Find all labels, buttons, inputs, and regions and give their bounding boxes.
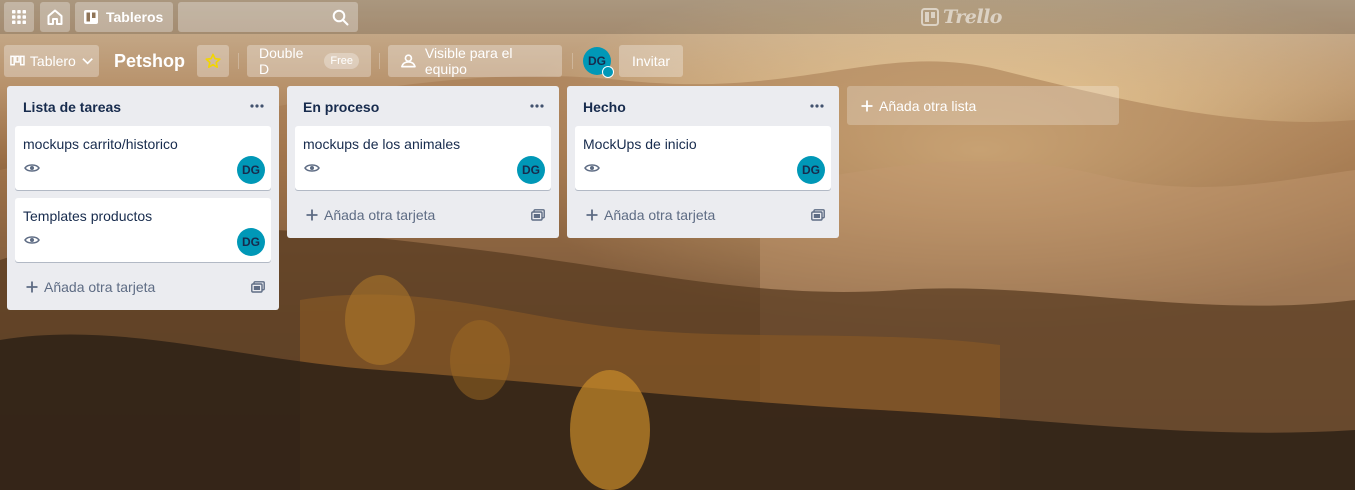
board-header: Tablero Petshop Double D Free Visible pa…	[0, 44, 1355, 78]
board-title[interactable]: Petshop	[106, 45, 193, 77]
ellipsis-icon	[810, 104, 824, 108]
add-card-button[interactable]: Añada otra tarjeta	[306, 207, 435, 223]
card[interactable]: Templates productos DG	[15, 198, 271, 262]
list-title[interactable]: Hecho	[583, 99, 626, 115]
search-icon[interactable]	[332, 9, 349, 26]
member-initials: DG	[588, 54, 606, 68]
board-view-label: Tablero	[29, 53, 76, 69]
plus-icon	[26, 281, 38, 293]
list-header: Lista de tareas	[7, 86, 279, 126]
card-member-avatar[interactable]: DG	[237, 156, 265, 184]
star-board-button[interactable]	[197, 45, 229, 77]
boards-button[interactable]: Tableros	[75, 2, 173, 32]
card[interactable]: mockups de los animales DG	[295, 126, 551, 190]
header-divider	[572, 53, 573, 69]
star-icon	[205, 53, 221, 68]
list-header: En proceso	[287, 86, 559, 126]
team-name: Double D	[259, 45, 304, 77]
card-title: mockups de los animales	[303, 136, 461, 152]
add-card-row: Añada otra tarjeta	[575, 198, 831, 238]
add-list-button[interactable]: Añada otra lista	[847, 86, 1119, 125]
add-card-button[interactable]: Añada otra tarjeta	[26, 279, 155, 295]
card-member-avatar[interactable]: DG	[797, 156, 825, 184]
eye-icon	[24, 164, 40, 172]
team-button[interactable]: Double D Free	[247, 45, 371, 77]
list-title[interactable]: Lista de tareas	[23, 99, 121, 115]
list-hecho: Hecho MockUps de inicio DG Añada otra ta…	[567, 86, 839, 238]
card[interactable]: MockUps de inicio DG	[575, 126, 831, 190]
add-card-row: Añada otra tarjeta	[15, 270, 271, 310]
card-template-icon[interactable]	[811, 209, 825, 221]
top-navigation-bar: Tableros Trello	[0, 0, 1355, 34]
card-title: MockUps de inicio	[583, 136, 697, 152]
add-list-label: Añada otra lista	[879, 97, 977, 114]
visibility-button[interactable]: Visible para el equipo	[388, 45, 562, 77]
add-card-label: Añada otra tarjeta	[44, 279, 156, 295]
search-box[interactable]	[178, 2, 358, 32]
board-view-icon	[10, 55, 25, 66]
list-menu-button[interactable]	[805, 94, 829, 118]
card-template-icon[interactable]	[531, 209, 545, 221]
team-visibility-icon	[401, 54, 416, 68]
apps-grid-icon	[12, 10, 26, 24]
header-divider	[238, 53, 239, 69]
apps-button[interactable]	[4, 2, 34, 32]
list-en-proceso: En proceso mockups de los animales DG Añ…	[287, 86, 559, 238]
card-member-avatar[interactable]: DG	[517, 156, 545, 184]
logo-text: Trello	[943, 6, 1002, 28]
card-member-initials: DG	[242, 163, 260, 177]
home-icon	[47, 9, 63, 25]
ellipsis-icon	[250, 104, 264, 108]
invite-button[interactable]: Invitar	[619, 45, 683, 77]
add-card-button[interactable]: Añada otra tarjeta	[586, 207, 715, 223]
plus-icon	[861, 100, 873, 111]
add-card-label: Añada otra tarjeta	[324, 207, 436, 223]
eye-icon	[24, 236, 40, 244]
plus-icon	[306, 209, 318, 221]
member-avatar[interactable]: DG	[583, 47, 614, 78]
header-divider	[379, 53, 380, 69]
plus-icon	[586, 209, 598, 221]
card-title: Templates productos	[23, 208, 153, 224]
list-menu-button[interactable]	[525, 94, 549, 118]
board-view-switcher[interactable]: Tablero	[4, 45, 99, 77]
visibility-label: Visible para el equipo	[424, 45, 513, 77]
admin-badge-icon	[602, 66, 614, 78]
add-card-label: Añada otra tarjeta	[604, 207, 716, 223]
home-button[interactable]	[40, 2, 70, 32]
eye-icon	[584, 164, 600, 172]
plan-badge: Free	[324, 53, 359, 69]
list-header: Hecho	[567, 86, 839, 126]
chevron-down-icon	[82, 58, 93, 65]
eye-icon	[304, 164, 320, 172]
card[interactable]: mockups carrito/historico DG	[15, 126, 271, 190]
card-title: mockups carrito/historico	[23, 136, 178, 152]
card-member-avatar[interactable]: DG	[237, 228, 265, 256]
card-template-icon[interactable]	[251, 281, 265, 293]
ellipsis-icon	[530, 104, 544, 108]
add-card-row: Añada otra tarjeta	[295, 198, 551, 238]
card-member-initials: DG	[242, 235, 260, 249]
card-member-initials: DG	[802, 163, 820, 177]
boards-label: Tableros	[106, 9, 164, 25]
trello-logo[interactable]: Trello	[921, 5, 1002, 29]
search-input[interactable]	[178, 2, 328, 32]
trello-logo-icon	[921, 8, 939, 26]
list-title[interactable]: En proceso	[303, 99, 379, 115]
list-lista-de-tareas: Lista de tareas mockups carrito/historic…	[7, 86, 279, 310]
board-icon	[84, 10, 98, 24]
card-member-initials: DG	[522, 163, 540, 177]
list-menu-button[interactable]	[245, 94, 269, 118]
